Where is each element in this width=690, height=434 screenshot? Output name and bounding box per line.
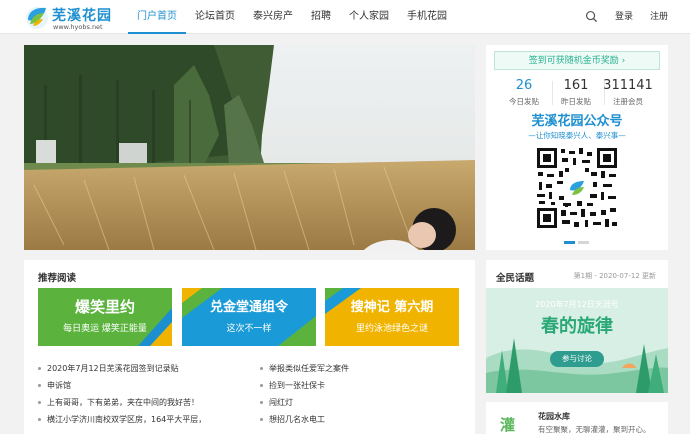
topic-date: 2020年7月12日天涯号 [535, 300, 619, 309]
register-link[interactable]: 注册 [650, 0, 668, 34]
stat-members-num: 311141 [603, 78, 653, 93]
logo-leaf-icon [26, 7, 48, 29]
recommended-section: 推荐阅读 爆笑里约 每日奥运 爆笑正能量 兑金堂通组令 这次不一样 搜神记 第六… [24, 260, 475, 434]
topic-title: 全民话题 [496, 273, 535, 284]
nav-jobs[interactable]: 招聘 [302, 0, 340, 34]
forum-description: 有空聚聚，无聊灌灌，聚到开心。 [538, 425, 651, 434]
list-item[interactable]: 捡到一张社保卡 [260, 377, 470, 394]
stat-yesterday: 161 昨日发贴 [548, 78, 604, 107]
banner-image [24, 45, 475, 250]
list-item[interactable]: 上有哥哥，下有弟弟，夹在中间的我好苦！ [38, 394, 248, 411]
section-title: 推荐阅读 [38, 273, 77, 284]
stat-yesterday-num: 161 [563, 78, 589, 93]
nav-real-estate[interactable]: 泰兴房产 [244, 0, 302, 34]
login-link[interactable]: 登录 [615, 0, 633, 34]
join-discussion-button[interactable]: 参与讨论 [550, 351, 604, 367]
qr-subtitle: —让你知晓泰兴人、泰兴事— [528, 131, 626, 140]
stat-members: 311141 注册会员 [600, 78, 656, 107]
logo-text: 芜溪花园 [52, 8, 112, 24]
card-subtitle: 这次不一样 [226, 324, 272, 334]
list-item[interactable]: 举报类似任爱军之案件 [260, 360, 470, 377]
stat-today: 26 今日发贴 [496, 78, 552, 107]
list-item[interactable]: 2020年7月12日芜溪花园签到记录贴 [38, 360, 248, 377]
logo-url: www.hyobs.net [53, 23, 103, 31]
article-list-left: 2020年7月12日芜溪花园签到记录贴 申诉馆 上有哥哥，下有弟弟，夹在中间的我… [38, 360, 248, 428]
sign-in-button[interactable]: 签到可获随机金币奖励 › [494, 51, 660, 70]
topic-meta: 第1期 - 2020-07-12 更新 [573, 272, 656, 280]
list-item[interactable]: 想招几名水电工 [260, 411, 470, 428]
promo-card-order[interactable]: 兑金堂通组令 这次不一样 [182, 288, 316, 346]
nav-portal-home[interactable]: 门户首页 [128, 0, 186, 34]
nav-mobile[interactable]: 手机花园 [398, 0, 456, 34]
sign-in-panel: 签到可获随机金币奖励 › 26 今日发贴 161 昨日发贴 311141 注册会… [486, 45, 668, 250]
stat-today-label: 今日发贴 [509, 97, 539, 106]
site-logo[interactable]: 芜溪花园 www.hyobs.net [24, 4, 124, 31]
stat-yesterday-label: 昨日发贴 [561, 97, 591, 106]
promo-card-olympics[interactable]: 爆笑里约 每日奥运 爆笑正能量 [38, 288, 172, 346]
search-icon[interactable] [585, 10, 598, 23]
water-icon: 灌 [500, 416, 516, 434]
main-nav: 门户首页 论坛首页 泰兴房产 招聘 个人家园 手机花园 [128, 0, 456, 34]
top-header: 芜溪花园 www.hyobs.net 门户首页 论坛首页 泰兴房产 招聘 个人家… [0, 0, 690, 34]
card-subtitle: 每日奥运 爆笑正能量 [63, 324, 147, 334]
forum-water-panel[interactable]: 灌 花园水库 有空聚聚，无聊灌灌，聚到开心。 [486, 402, 668, 434]
card-title: 爆笑里约 [74, 298, 135, 316]
list-item[interactable]: 申诉馆 [38, 377, 248, 394]
card-title: 搜神记 第六期 [350, 300, 434, 315]
forum-name: 花园水库 [538, 412, 570, 421]
list-item[interactable]: 闯红灯 [260, 394, 470, 411]
nav-forum-home[interactable]: 论坛首页 [186, 0, 244, 34]
stat-members-label: 注册会员 [613, 97, 643, 106]
slider-dots[interactable] [564, 241, 590, 244]
banner-slide[interactable] [24, 45, 475, 250]
topic-banner[interactable]: 2020年7月12日天涯号 春的旋律 参与讨论 [486, 288, 668, 393]
nav-personal-home[interactable]: 个人家园 [340, 0, 398, 34]
article-list-right: 举报类似任爱军之案件 捡到一张社保卡 闯红灯 想招几名水电工 [260, 360, 470, 428]
card-subtitle: 里约泳池绿色之谜 [355, 324, 428, 334]
qr-code-image [535, 146, 619, 230]
card-title: 兑金堂通组令 [209, 300, 288, 315]
topic-panel: 全民话题 第1期 - 2020-07-12 更新 2020年7月12日天涯号 春… [486, 260, 668, 393]
qr-title: 芜溪花园公众号 [531, 114, 623, 129]
list-item[interactable]: 横江小学济川南校双学区房，164平大平层， [38, 411, 248, 428]
promo-card-mystery[interactable]: 搜神记 第六期 里约泳池绿色之谜 [325, 288, 459, 346]
stat-today-num: 26 [515, 78, 533, 93]
topic-headline: 春的旋律 [541, 316, 613, 337]
